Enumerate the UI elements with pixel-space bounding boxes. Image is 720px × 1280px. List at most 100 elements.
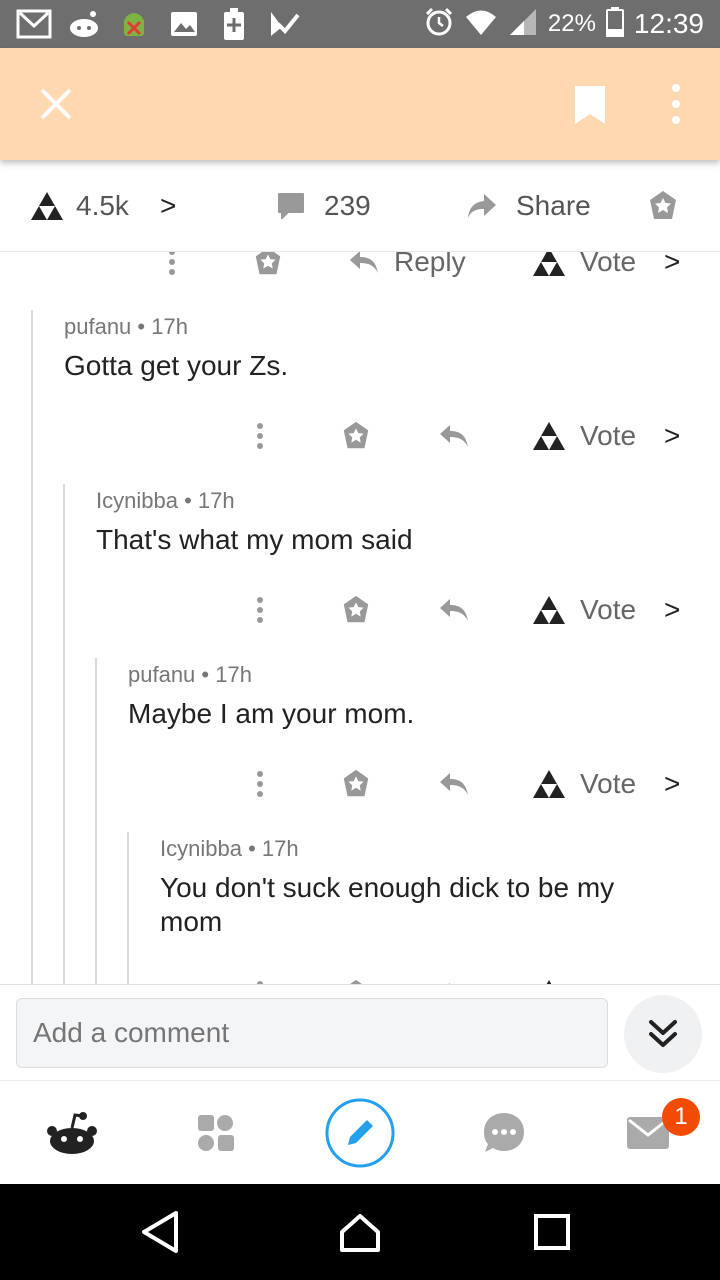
post-action-bar: 4.5k > 239 Share xyxy=(0,160,720,252)
close-icon[interactable] xyxy=(36,84,76,124)
post-score: 4.5k xyxy=(76,190,129,221)
more-vertical-icon[interactable] xyxy=(252,580,268,640)
alarm-icon xyxy=(424,7,454,42)
create-post-button[interactable] xyxy=(320,1093,400,1173)
vote-button[interactable] xyxy=(532,964,566,984)
award-button[interactable] xyxy=(646,160,680,252)
communities-icon[interactable] xyxy=(176,1093,256,1173)
award-icon[interactable] xyxy=(340,964,372,984)
clock: 12:39 xyxy=(633,8,704,39)
award-icon xyxy=(650,191,676,219)
comment-actions-row: Vote > xyxy=(0,580,720,640)
downvote-button[interactable]: > xyxy=(160,160,176,252)
more-vertical-icon[interactable] xyxy=(252,964,268,984)
bottom-nav xyxy=(0,1080,720,1184)
comment-input[interactable] xyxy=(16,998,608,1068)
image-icon xyxy=(166,8,202,40)
downvote-glyph[interactable]: > xyxy=(664,252,680,292)
thread-line xyxy=(127,832,129,984)
comments-count-button[interactable]: 239 xyxy=(276,160,371,252)
comment-age: 17h xyxy=(215,662,252,687)
reply-arrow-icon[interactable] xyxy=(438,964,470,984)
comment-thread: Reply Vote > pufanu • 17h Gotta get your… xyxy=(0,252,720,984)
comment-meta: Icynibba • 17h xyxy=(160,836,299,861)
status-bar: 22% 12:39 xyxy=(0,0,720,48)
comment-actions-row: Vote > xyxy=(0,754,720,814)
comment-author[interactable]: Icynibba xyxy=(96,488,178,513)
comment-author[interactable]: pufanu xyxy=(128,662,195,687)
gmail-icon xyxy=(16,8,52,40)
comment-count: 239 xyxy=(324,190,371,221)
wifi-icon xyxy=(464,8,498,41)
triforce-upvote-icon xyxy=(533,252,565,276)
vote-button[interactable]: Vote xyxy=(532,252,636,292)
back-icon[interactable] xyxy=(136,1208,184,1256)
android-debug-icon xyxy=(116,8,152,40)
downvote-glyph[interactable]: > xyxy=(664,754,680,814)
comment-body: Maybe I am your mom. xyxy=(128,698,415,729)
battery-percent: 22% xyxy=(547,10,596,37)
triforce-upvote-icon xyxy=(533,596,565,624)
downvote-glyph[interactable]: > xyxy=(664,580,680,640)
award-icon[interactable] xyxy=(340,580,372,640)
reply-arrow-icon[interactable] xyxy=(438,754,470,814)
comment-age: 17h xyxy=(151,314,188,339)
app-bar xyxy=(0,48,720,160)
pencil-icon xyxy=(325,1098,395,1168)
award-icon[interactable] xyxy=(252,252,284,292)
comment-body: That's what my mom said xyxy=(96,524,413,555)
upvote-button[interactable]: 4.5k xyxy=(30,160,129,252)
comment-bubble-icon xyxy=(278,193,304,219)
award-icon[interactable] xyxy=(340,406,372,466)
vote-button[interactable]: Vote xyxy=(532,406,636,466)
bookmark-icon[interactable] xyxy=(572,84,608,128)
comment-meta: Icynibba • 17h xyxy=(96,488,235,513)
more-vertical-icon[interactable] xyxy=(252,754,268,814)
system-navigation-bar xyxy=(0,1184,720,1280)
vote-button[interactable]: Vote xyxy=(532,580,636,640)
comment-body: You don't suck enough dick to be my mom xyxy=(160,872,615,937)
comment-actions-row: Reply Vote > xyxy=(0,252,720,292)
share-button[interactable]: Share xyxy=(466,160,591,252)
chat-icon[interactable] xyxy=(464,1093,544,1173)
triforce-upvote-icon xyxy=(31,192,63,220)
thread-line xyxy=(63,484,65,984)
more-vertical-icon[interactable] xyxy=(664,82,688,126)
comment-author[interactable]: pufanu xyxy=(64,314,131,339)
reply-arrow-icon[interactable] xyxy=(438,406,470,466)
inbox-badge: 1 xyxy=(662,1098,700,1136)
comment-age: 17h xyxy=(197,488,235,513)
thread-line xyxy=(95,658,97,984)
triforce-upvote-icon xyxy=(533,770,565,798)
award-icon[interactable] xyxy=(340,754,372,814)
comment-age: 17h xyxy=(261,836,299,861)
battery-icon xyxy=(605,6,624,42)
share-arrow-icon xyxy=(468,194,496,218)
reply-arrow-icon[interactable] xyxy=(438,580,470,640)
vote-button[interactable]: Vote xyxy=(532,754,636,814)
reply-arrow-icon xyxy=(350,252,378,273)
reply-button[interactable]: Reply xyxy=(348,252,466,292)
comment-body: Gotta get your Zs. xyxy=(64,350,289,381)
reddit-icon xyxy=(66,8,102,40)
comment-actions-row: Vote > xyxy=(0,406,720,466)
tasks-check-icon xyxy=(266,8,302,40)
downvote-glyph: > xyxy=(160,190,177,221)
more-vertical-icon[interactable] xyxy=(164,252,180,292)
share-label: Share xyxy=(516,190,591,221)
chevron-double-down-icon xyxy=(649,1020,677,1047)
home-reddit-icon[interactable] xyxy=(32,1093,112,1173)
comment-author[interactable]: Icynibba xyxy=(160,836,242,861)
recents-icon[interactable] xyxy=(528,1208,576,1256)
comment-composer xyxy=(0,984,720,1080)
downvote-glyph[interactable]: > xyxy=(664,406,680,466)
comment-meta: pufanu • 17h xyxy=(64,314,188,339)
comment-actions-row xyxy=(0,964,720,984)
expand-thread-button[interactable] xyxy=(624,995,702,1073)
home-icon[interactable] xyxy=(336,1208,384,1256)
signal-icon xyxy=(508,7,538,42)
triforce-upvote-icon xyxy=(533,422,565,450)
comment-meta: pufanu • 17h xyxy=(128,662,252,687)
battery-saver-icon xyxy=(216,8,252,40)
more-vertical-icon[interactable] xyxy=(252,406,268,466)
